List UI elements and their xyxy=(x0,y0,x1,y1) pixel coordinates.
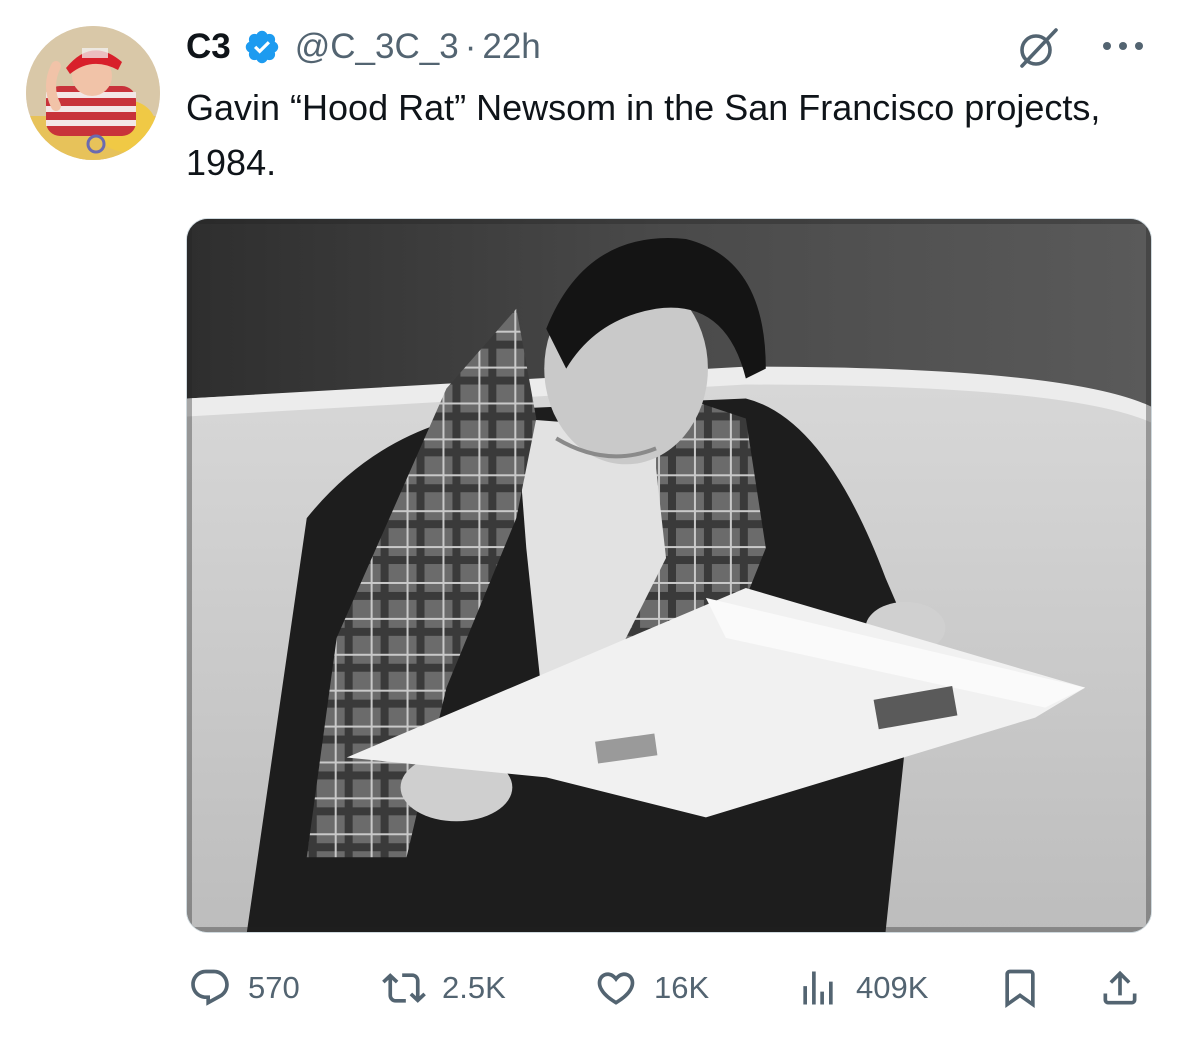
avatar-image xyxy=(26,26,160,160)
user-handle[interactable]: @C_3C_3 xyxy=(295,27,459,67)
reply-count: 570 xyxy=(248,970,300,1005)
bookmark-button[interactable] xyxy=(998,958,1042,1018)
repost-icon xyxy=(382,966,426,1010)
views-count: 409K xyxy=(856,970,929,1005)
bookmark-icon xyxy=(998,966,1042,1010)
display-name[interactable]: C3 xyxy=(186,27,231,67)
heart-icon xyxy=(594,966,638,1010)
repost-button[interactable]: 2.5K xyxy=(382,958,506,1018)
like-count: 16K xyxy=(654,970,710,1005)
grok-icon[interactable] xyxy=(1014,24,1062,72)
tweet-photo[interactable] xyxy=(186,218,1152,933)
avatar[interactable] xyxy=(26,26,160,160)
analytics-icon xyxy=(796,966,840,1010)
tweet-text: Gavin “Hood Rat” Newsom in the San Franc… xyxy=(186,87,1101,183)
verified-badge-icon[interactable] xyxy=(243,28,281,66)
reply-icon xyxy=(188,966,232,1010)
share-button[interactable] xyxy=(1098,958,1142,1018)
tweet-action-bar: 570 2.5K 16K 409K xyxy=(186,958,1152,1018)
tweet-header: C3 @C_3C_3 · 22h xyxy=(186,22,541,72)
reply-button[interactable]: 570 xyxy=(188,958,300,1018)
more-options-icon[interactable] xyxy=(1100,36,1146,56)
repost-count: 2.5K xyxy=(442,970,506,1005)
separator-dot: · xyxy=(464,27,477,66)
like-button[interactable]: 16K xyxy=(594,958,709,1018)
share-icon xyxy=(1098,966,1142,1010)
views-button[interactable]: 409K xyxy=(796,958,928,1018)
timestamp[interactable]: 22h xyxy=(482,27,540,67)
